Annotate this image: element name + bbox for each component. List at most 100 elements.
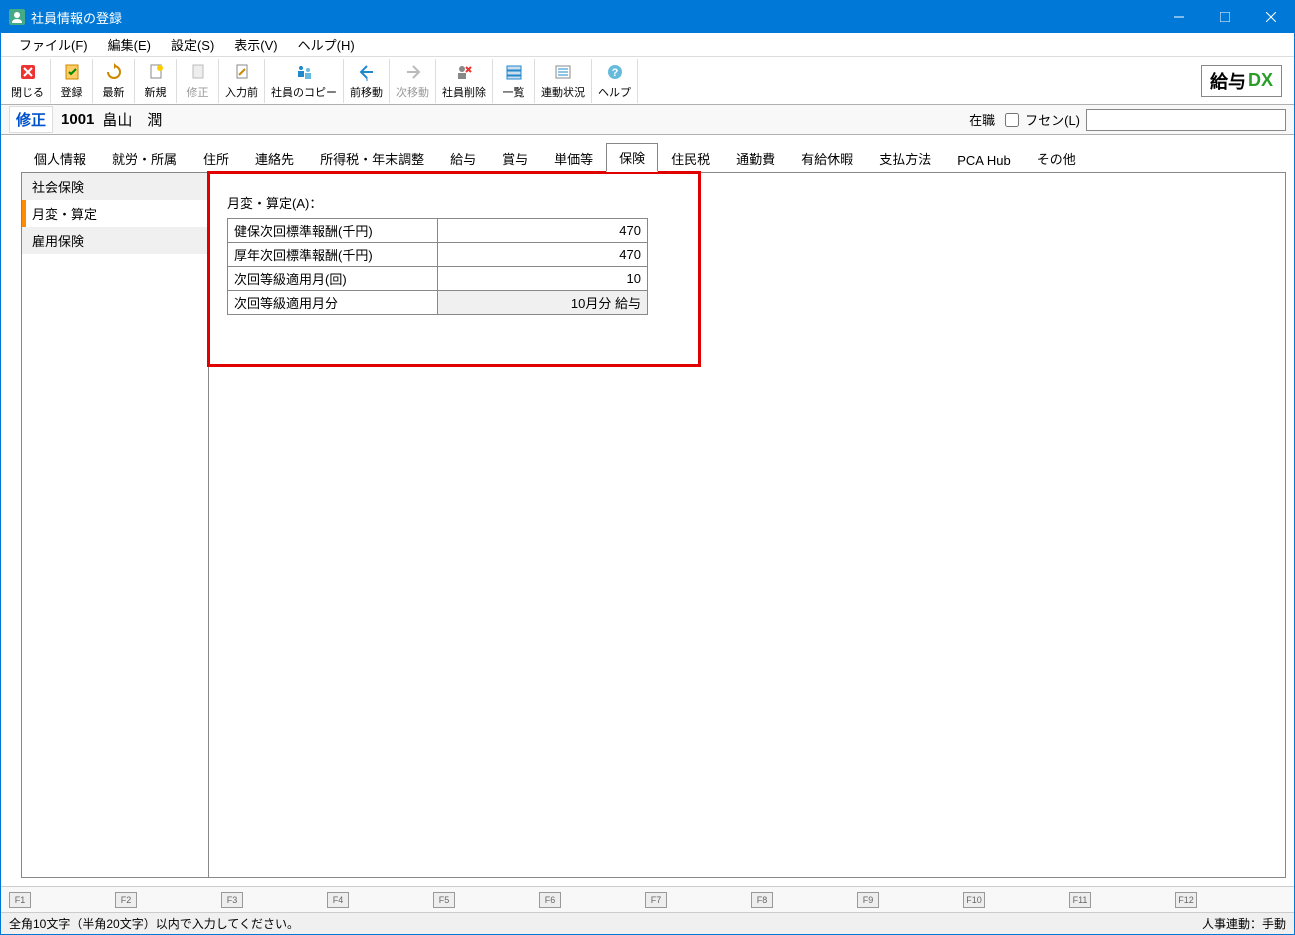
next-icon — [403, 62, 423, 82]
table-row: 次回等級適用月(回)10 — [228, 267, 648, 291]
statusbar-message: 全角10文字（半角20文字）以内で入力してください。 — [9, 915, 299, 932]
fkey-F1[interactable]: F1 — [9, 892, 31, 908]
fkey-F4[interactable]: F4 — [327, 892, 349, 908]
close-button[interactable] — [1248, 1, 1294, 33]
table-row: 健保次回標準報酬(千円)470 — [228, 219, 648, 243]
form-label: 次回等級適用月分 — [228, 291, 438, 315]
tab-住民税[interactable]: 住民税 — [658, 144, 723, 172]
fkey-F3[interactable]: F3 — [221, 892, 243, 908]
tab-連絡先[interactable]: 連絡先 — [242, 144, 307, 172]
delete-icon — [454, 62, 474, 82]
register-icon — [62, 62, 82, 82]
tab-PCA Hub[interactable]: PCA Hub — [944, 148, 1023, 172]
titlebar: 社員情報の登録 — [1, 1, 1294, 33]
tab-支払方法[interactable]: 支払方法 — [866, 144, 944, 172]
main-area: 社会保険月変・算定雇用保険 月変・算定(A)： 健保次回標準報酬(千円)470厚… — [1, 172, 1294, 886]
toolbar-delete-employee[interactable]: 社員削除 — [436, 59, 493, 103]
tab-通勤費[interactable]: 通勤費 — [723, 144, 788, 172]
fkey-F11[interactable]: F11 — [1069, 892, 1091, 908]
copy-icon — [294, 62, 314, 82]
fusen-input[interactable] — [1086, 109, 1286, 131]
sidebar-item-月変・算定[interactable]: 月変・算定 — [22, 200, 208, 227]
form-table: 健保次回標準報酬(千円)470厚年次回標準報酬(千円)470次回等級適用月(回)… — [227, 218, 648, 315]
form-value[interactable]: 470 — [438, 219, 648, 243]
menubar: ファイル(F) 編集(E) 設定(S) 表示(V) ヘルプ(H) — [1, 33, 1294, 57]
tab-有給休暇[interactable]: 有給休暇 — [788, 144, 866, 172]
toolbar-next[interactable]: 次移動 — [390, 59, 436, 103]
form-value: 10月分 給与 — [438, 291, 648, 315]
form-heading: 月変・算定(A)： — [227, 193, 1267, 212]
tab-住所[interactable]: 住所 — [190, 144, 242, 172]
toolbar-prev[interactable]: 前移動 — [344, 59, 390, 103]
tab-賞与[interactable]: 賞与 — [489, 144, 541, 172]
window-title: 社員情報の登録 — [31, 8, 1156, 27]
toolbar-link-status[interactable]: 連動状況 — [535, 59, 592, 103]
content-area: 月変・算定(A)： 健保次回標準報酬(千円)470厚年次回標準報酬(千円)470… — [209, 172, 1286, 878]
toolbar-new[interactable]: 新規 — [135, 59, 177, 103]
info-bar: 修正 1001 畠山 潤 在職 フセン(L) — [1, 105, 1294, 135]
toolbar-list[interactable]: 一覧 — [493, 59, 535, 103]
tab-その他[interactable]: その他 — [1024, 144, 1089, 172]
mode-label: 修正 — [9, 106, 53, 133]
sidebar-item-社会保険[interactable]: 社会保険 — [22, 173, 208, 200]
fkey-F5[interactable]: F5 — [433, 892, 455, 908]
employment-status: 在職 — [969, 110, 995, 129]
list-icon — [504, 62, 524, 82]
toolbar-copy-employee[interactable]: 社員のコピー — [265, 59, 344, 103]
sidebar: 社会保険月変・算定雇用保険 — [21, 172, 209, 878]
minimize-button[interactable] — [1156, 1, 1202, 33]
fkey-F2[interactable]: F2 — [115, 892, 137, 908]
employee-name: 畠山 潤 — [102, 109, 162, 130]
form-label: 厚年次回標準報酬(千円) — [228, 243, 438, 267]
table-row: 次回等級適用月分10月分 給与 — [228, 291, 648, 315]
tab-就労・所属[interactable]: 就労・所属 — [99, 144, 190, 172]
toolbar-close[interactable]: 閉じる — [5, 59, 51, 103]
tab-保険[interactable]: 保険 — [606, 143, 658, 172]
fkey-F8[interactable]: F8 — [751, 892, 773, 908]
fkey-F6[interactable]: F6 — [539, 892, 561, 908]
form-label: 健保次回標準報酬(千円) — [228, 219, 438, 243]
toolbar-help[interactable]: ? ヘルプ — [592, 59, 638, 103]
menu-file[interactable]: ファイル(F) — [9, 33, 98, 56]
fusen-checkbox[interactable] — [1005, 113, 1019, 127]
fkey-bar: F1 F2 F3 F4 F5 F6 F7 F8 F9 F10 F11 F12 — [1, 886, 1294, 912]
menu-help[interactable]: ヘルプ(H) — [288, 33, 365, 56]
fkey-F10[interactable]: F10 — [963, 892, 985, 908]
toolbar: 閉じる 登録 最新 新規 修正 入力前 社員のコピー 前移動 — [1, 57, 1294, 105]
modify-icon — [188, 62, 208, 82]
brand-logo: 給与DX — [1201, 65, 1282, 97]
toolbar-before-input[interactable]: 入力前 — [219, 59, 265, 103]
maximize-button[interactable] — [1202, 1, 1248, 33]
new-icon — [146, 62, 166, 82]
toolbar-register[interactable]: 登録 — [51, 59, 93, 103]
help-icon: ? — [605, 62, 625, 82]
statusbar: 全角10文字（半角20文字）以内で入力してください。 人事連動：手動 — [1, 912, 1294, 934]
menu-settings[interactable]: 設定(S) — [161, 33, 224, 56]
tab-所得税・年末調整[interactable]: 所得税・年末調整 — [307, 144, 437, 172]
link-status-icon — [553, 62, 573, 82]
toolbar-modify[interactable]: 修正 — [177, 59, 219, 103]
fkey-F12[interactable]: F12 — [1175, 892, 1197, 908]
form-value[interactable]: 470 — [438, 243, 648, 267]
menu-edit[interactable]: 編集(E) — [98, 33, 161, 56]
form-value[interactable]: 10 — [438, 267, 648, 291]
fkey-F7[interactable]: F7 — [645, 892, 667, 908]
menu-view[interactable]: 表示(V) — [224, 33, 287, 56]
app-icon — [9, 9, 25, 25]
statusbar-right: 人事連動：手動 — [1202, 915, 1286, 932]
fkey-F9[interactable]: F9 — [857, 892, 879, 908]
sidebar-item-雇用保険[interactable]: 雇用保険 — [22, 227, 208, 254]
tab-単価等[interactable]: 単価等 — [541, 144, 606, 172]
tab-給与[interactable]: 給与 — [437, 144, 489, 172]
refresh-icon — [104, 62, 124, 82]
employee-id: 1001 — [61, 111, 94, 128]
toolbar-refresh[interactable]: 最新 — [93, 59, 135, 103]
prev-icon — [357, 62, 377, 82]
tab-個人情報[interactable]: 個人情報 — [21, 144, 99, 172]
tabs-row: 個人情報就労・所属住所連絡先所得税・年末調整給与賞与単価等保険住民税通勤費有給休… — [1, 135, 1294, 172]
before-input-icon — [232, 62, 252, 82]
svg-text:?: ? — [611, 67, 618, 79]
close-icon — [18, 62, 38, 82]
table-row: 厚年次回標準報酬(千円)470 — [228, 243, 648, 267]
fusen-label: フセン(L) — [1025, 110, 1080, 129]
